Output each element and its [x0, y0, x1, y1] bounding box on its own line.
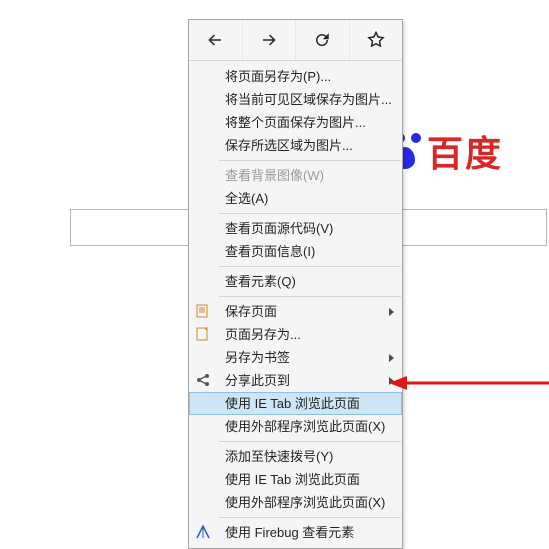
menu-separator [219, 517, 401, 518]
share-icon [195, 372, 211, 388]
reload-icon [313, 31, 331, 49]
back-button[interactable] [189, 20, 242, 60]
forward-icon [260, 31, 278, 49]
menu-use-firebug[interactable]: 使用 Firebug 查看元素 [189, 521, 402, 544]
menu-save-as-bookmark[interactable]: 另存为书签 [189, 346, 402, 369]
menu-add-speed-dial[interactable]: 添加至快速拨号(Y) [189, 445, 402, 468]
save-page-icon [195, 303, 211, 319]
menu-separator [219, 441, 401, 442]
page-save-as-icon [195, 326, 211, 342]
menu-separator [219, 213, 401, 214]
menu-save-page-as[interactable]: 将页面另存为(P)... [189, 65, 402, 88]
menu-view-source[interactable]: 查看页面源代码(V) [189, 217, 402, 240]
menu-view-bg-image: 查看背景图像(W) [189, 164, 402, 187]
menu-save-page[interactable]: 保存页面 [189, 300, 402, 323]
menu-separator [219, 296, 401, 297]
baidu-text: 百度 [427, 125, 503, 177]
menu-inspect-element[interactable]: 查看元素(Q) [189, 270, 402, 293]
star-icon [367, 31, 385, 49]
menu-save-selected-as-image[interactable]: 保存所选区域为图片... [189, 134, 402, 157]
submenu-arrow-icon [389, 308, 394, 316]
menu-save-whole-page-as-image[interactable]: 将整个页面保存为图片... [189, 111, 402, 134]
baidu-brand: 百度 [395, 125, 503, 177]
bookmark-button[interactable] [349, 20, 403, 60]
menu-use-ietab[interactable]: 使用 IE Tab 浏览此页面 [189, 392, 402, 415]
menu-use-external[interactable]: 使用外部程序浏览此页面(X) [189, 415, 402, 438]
context-menu-nav [189, 20, 402, 61]
submenu-arrow-icon [389, 377, 394, 385]
forward-button[interactable] [242, 20, 296, 60]
reload-button[interactable] [295, 20, 349, 60]
menu-select-all[interactable]: 全选(A) [189, 187, 402, 210]
menu-save-visible-as-image[interactable]: 将当前可见区域保存为图片... [189, 88, 402, 111]
firebug-icon [195, 524, 211, 540]
annotation-arrow-icon [389, 369, 549, 397]
menu-separator [219, 160, 401, 161]
menu-page-save-as[interactable]: 页面另存为... [189, 323, 402, 346]
context-menu: 将页面另存为(P)... 将当前可见区域保存为图片... 将整个页面保存为图片.… [188, 19, 403, 549]
menu-share-page-to[interactable]: 分享此页到 [189, 369, 402, 392]
submenu-arrow-icon [389, 354, 394, 362]
back-icon [206, 31, 224, 49]
menu-use-external-2[interactable]: 使用外部程序浏览此页面(X) [189, 491, 402, 514]
menu-separator [219, 266, 401, 267]
menu-use-ietab-2[interactable]: 使用 IE Tab 浏览此页面 [189, 468, 402, 491]
menu-view-page-info[interactable]: 查看页面信息(I) [189, 240, 402, 263]
